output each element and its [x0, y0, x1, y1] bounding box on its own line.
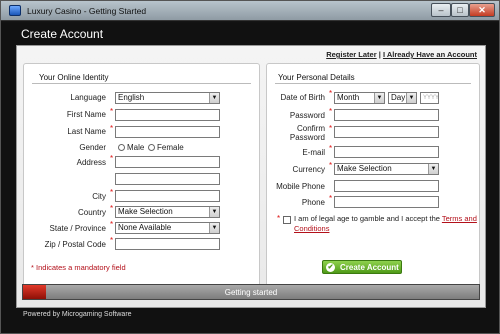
language-label: Language [70, 93, 106, 102]
personal-details-panel: Your Personal Details Date of Birth * Mo… [266, 63, 480, 289]
create-account-label: Create Account [340, 263, 399, 272]
password-input[interactable] [334, 109, 439, 121]
dob-day-value: Day [391, 93, 406, 102]
password-label: Password [289, 111, 325, 120]
required-marker: * [329, 89, 333, 98]
language-select[interactable]: English ▼ [115, 92, 220, 104]
terms-text: I am of legal age to gamble and I accept… [294, 214, 479, 234]
gender-male-label: Male [127, 143, 145, 152]
create-account-button[interactable]: ✔ Create Account [322, 260, 402, 274]
country-value: Make Selection [118, 207, 173, 216]
zip-input[interactable] [115, 238, 220, 250]
dob-day-select[interactable]: Day ▼ [388, 92, 417, 104]
country-label: Country [77, 208, 106, 217]
registration-form: Register Later | I Already Have an Accou… [16, 45, 486, 308]
dob-year-input[interactable]: YYYY [420, 92, 439, 104]
city-label: City [92, 192, 106, 201]
maximize-button[interactable]: □ [451, 3, 469, 17]
required-marker: * [110, 188, 114, 197]
currency-select[interactable]: Make Selection ▼ [334, 163, 439, 175]
first-name-input[interactable] [115, 109, 220, 121]
required-marker: * [329, 124, 333, 133]
required-marker: * [110, 124, 114, 133]
city-input[interactable] [115, 190, 220, 202]
state-label: State / Province [49, 224, 106, 233]
address-line1-input[interactable] [115, 156, 220, 168]
language-value: English [118, 93, 145, 102]
email-label: E-mail [302, 148, 325, 157]
required-marker: * [110, 220, 114, 229]
mandatory-note-text: Indicates a mandatory field [36, 263, 126, 272]
online-identity-heading-text: Your Online Identity [39, 73, 109, 82]
chevron-down-icon: ▼ [428, 164, 438, 174]
page-title: Create Account [21, 27, 104, 41]
phone-input[interactable] [334, 196, 439, 208]
gender-male-radio[interactable] [118, 144, 125, 151]
required-marker: * [329, 107, 333, 116]
required-marker: * [31, 263, 34, 272]
terms-checkbox[interactable] [283, 216, 291, 224]
zip-label: Zip / Postal Code [44, 240, 106, 249]
confirm-password-label-1: Confirm [296, 124, 325, 133]
currency-value: Make Selection [337, 164, 392, 173]
country-select[interactable]: Make Selection ▼ [115, 206, 220, 218]
mandatory-note: * Indicates a mandatory field [31, 263, 126, 272]
title-bar[interactable]: Luxury Casino - Getting Started – □ ✕ [1, 1, 499, 21]
already-have-account-link[interactable]: I Already Have an Account [383, 50, 477, 59]
required-marker: * [110, 236, 114, 245]
close-button[interactable]: ✕ [469, 3, 495, 17]
link-separator: | [378, 50, 381, 59]
checkmark-icon: ✔ [326, 263, 335, 272]
terms-statement: I am of legal age to gamble and I accept… [294, 214, 440, 223]
required-marker: * [277, 214, 281, 223]
last-name-input[interactable] [115, 126, 220, 138]
email-input[interactable] [334, 146, 439, 158]
window-title: Luxury Casino - Getting Started [27, 6, 147, 16]
getting-started-progress-bar: Getting started [22, 284, 480, 300]
chevron-down-icon: ▼ [374, 93, 384, 103]
state-select[interactable]: None Available ▼ [115, 222, 220, 234]
phone-label: Phone [301, 198, 325, 207]
address-line2-input[interactable] [115, 173, 220, 185]
heading-divider [32, 83, 251, 84]
required-marker: * [110, 154, 114, 163]
chevron-down-icon: ▼ [209, 207, 219, 217]
dob-month-value: Month [337, 93, 360, 102]
confirm-password-label-2: Password [289, 133, 325, 142]
required-marker: * [110, 204, 114, 213]
dob-month-select[interactable]: Month ▼ [334, 92, 385, 104]
minimize-button[interactable]: – [431, 3, 451, 17]
progress-label: Getting started [224, 288, 278, 297]
chevron-down-icon: ▼ [406, 93, 416, 103]
online-identity-panel: Your Online Identity Language English ▼ … [23, 63, 260, 289]
confirm-password-input[interactable] [334, 126, 439, 138]
first-name-label: First Name [66, 110, 106, 119]
address-label: Address [76, 158, 106, 167]
gender-female-radio[interactable] [148, 144, 155, 151]
app-window: Luxury Casino - Getting Started – □ ✕ Cr… [0, 0, 500, 334]
chevron-down-icon: ▼ [209, 223, 219, 233]
register-later-link[interactable]: Register Later [326, 50, 376, 59]
online-identity-heading: Your Online Identity [24, 73, 259, 84]
required-marker: * [329, 194, 333, 203]
last-name-label: Last Name [67, 127, 106, 136]
gender-label: Gender [79, 143, 106, 152]
gender-female-label: Female [157, 143, 184, 152]
required-marker: * [329, 144, 333, 153]
personal-details-heading: Your Personal Details [267, 73, 479, 84]
required-marker: * [110, 107, 114, 116]
personal-details-heading-text: Your Personal Details [278, 73, 355, 82]
top-links: Register Later | I Already Have an Accou… [326, 50, 477, 59]
state-value: None Available [118, 223, 172, 232]
mobile-phone-input[interactable] [334, 180, 439, 192]
mobile-phone-label: Mobile Phone [276, 182, 325, 191]
footer-credit: Powered by Microgaming Software [23, 311, 132, 318]
app-logo-icon [9, 5, 21, 16]
required-marker: * [329, 161, 333, 170]
chevron-down-icon: ▼ [209, 93, 219, 103]
currency-label: Currency [292, 165, 325, 174]
heading-divider [275, 83, 471, 84]
dob-label: Date of Birth [280, 93, 325, 102]
